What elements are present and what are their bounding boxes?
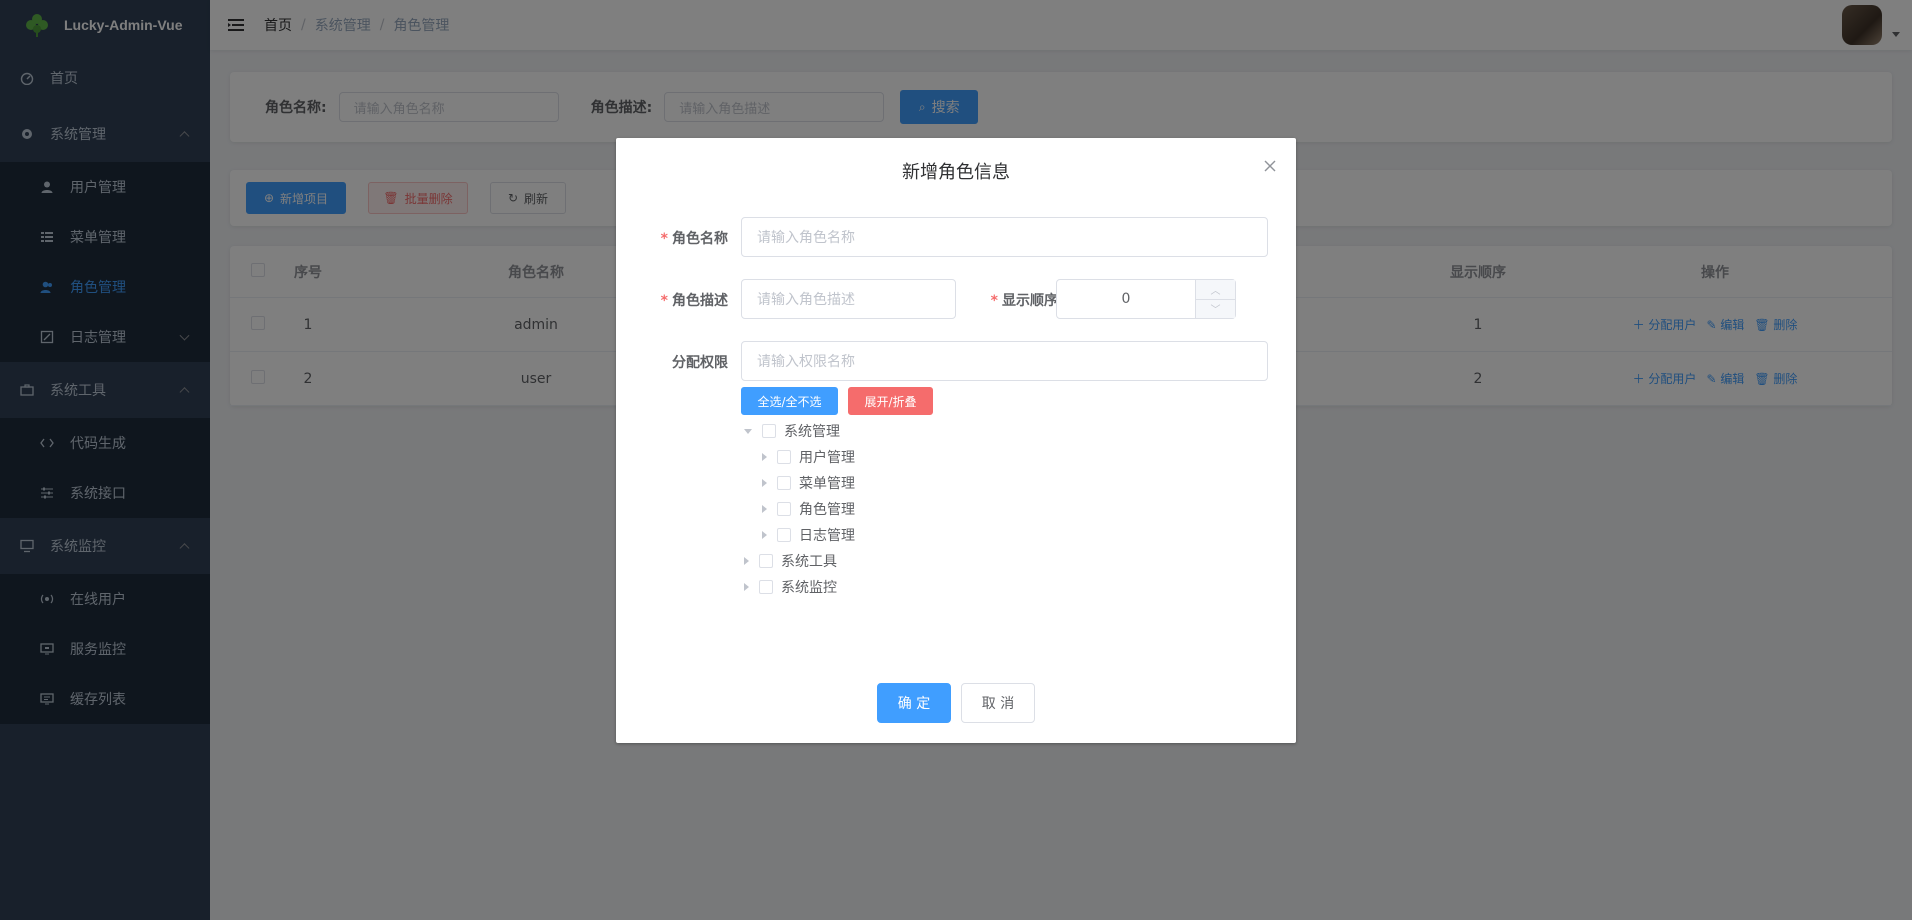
tree-node[interactable]: 系统管理 xyxy=(744,418,855,444)
tree-node[interactable]: 日志管理 xyxy=(744,522,855,548)
cancel-button[interactable]: 取 消 xyxy=(961,683,1035,723)
tree-node-label: 系统工具 xyxy=(781,554,837,570)
dialog-title: 新增角色信息 xyxy=(902,162,1010,183)
tree-checkbox[interactable] xyxy=(777,502,791,516)
order-value: 0 xyxy=(1121,291,1131,307)
caret-right-icon[interactable] xyxy=(744,557,749,565)
expand-collapse-button[interactable]: 展开/折叠 xyxy=(848,387,933,415)
order-stepper[interactable]: 0 ︿ ﹀ xyxy=(1056,279,1236,319)
chevron-up-icon[interactable]: ︿ xyxy=(1196,280,1235,300)
perm-field-label: 分配权限 xyxy=(672,355,728,371)
tree-node[interactable]: 系统工具 xyxy=(744,548,855,574)
tree-node[interactable]: 用户管理 xyxy=(744,444,855,470)
role-desc-label-text: 角色描述 xyxy=(672,293,728,309)
tree-checkbox[interactable] xyxy=(762,424,776,438)
caret-right-icon[interactable] xyxy=(762,531,767,539)
tree-node[interactable]: 系统监控 xyxy=(744,574,855,600)
tree-node-label: 用户管理 xyxy=(799,450,855,466)
caret-right-icon[interactable] xyxy=(762,479,767,487)
caret-right-icon[interactable] xyxy=(744,583,749,591)
close-icon[interactable] xyxy=(1262,158,1278,174)
tree-node-label: 菜单管理 xyxy=(799,476,855,492)
order-field-label: * 显示顺序 xyxy=(990,293,1058,309)
tree-node-label: 角色管理 xyxy=(799,502,855,518)
role-name-label-text: 角色名称 xyxy=(672,231,728,247)
caret-down-icon[interactable] xyxy=(744,428,752,434)
tree-checkbox[interactable] xyxy=(777,528,791,542)
dialog-footer: 确 定 取 消 xyxy=(616,683,1296,723)
role-name-field-label: * 角色名称 xyxy=(660,231,728,247)
permission-tree: 系统管理 用户管理 菜单管理 角色管理 日志管理 系统工具 系统监控 xyxy=(744,418,855,600)
perm-filter-input[interactable]: 请输入权限名称 xyxy=(741,341,1268,381)
chevron-down-icon[interactable]: ﹀ xyxy=(1196,300,1235,319)
select-all-button[interactable]: 全选/全不选 xyxy=(741,387,838,415)
role-desc-field-label: * 角色描述 xyxy=(660,293,728,309)
tree-checkbox[interactable] xyxy=(759,554,773,568)
caret-right-icon[interactable] xyxy=(762,505,767,513)
tree-node-label: 系统管理 xyxy=(784,424,840,440)
add-role-dialog: 新增角色信息 * 角色名称 请输入角色名称 * 角色描述 请输入角色描述 * 显示顺序… xyxy=(616,138,1296,743)
stepper-controls: ︿ ﹀ xyxy=(1195,280,1235,318)
tree-node[interactable]: 菜单管理 xyxy=(744,470,855,496)
caret-right-icon[interactable] xyxy=(762,453,767,461)
tree-checkbox[interactable] xyxy=(777,450,791,464)
tree-checkbox[interactable] xyxy=(759,580,773,594)
role-name-field[interactable]: 请输入角色名称 xyxy=(741,217,1268,257)
tree-node-label: 日志管理 xyxy=(799,528,855,544)
order-label-text: 显示顺序 xyxy=(1002,293,1058,309)
role-desc-field[interactable]: 请输入角色描述 xyxy=(741,279,956,319)
tree-node[interactable]: 角色管理 xyxy=(744,496,855,522)
confirm-button[interactable]: 确 定 xyxy=(877,683,951,723)
tree-node-label: 系统监控 xyxy=(781,580,837,596)
tree-checkbox[interactable] xyxy=(777,476,791,490)
